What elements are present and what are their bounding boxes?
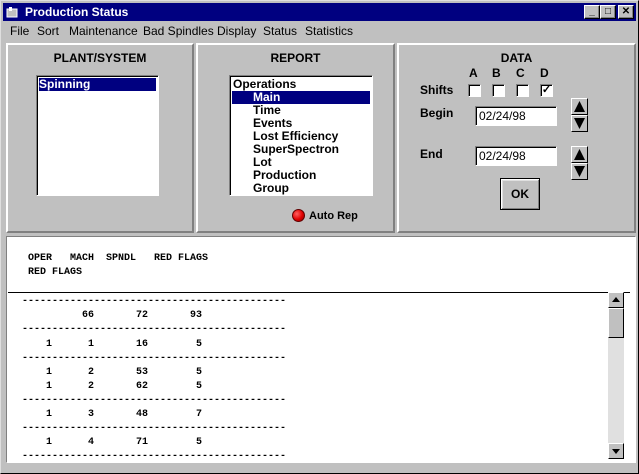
menu-bad-spindles[interactable]: Bad Spindles — [143, 24, 214, 38]
plant-system-panel: PLANT/SYSTEM Spinning — [6, 43, 194, 233]
end-label: End — [420, 147, 443, 161]
report-item-group[interactable]: Group — [253, 182, 289, 195]
data-title: DATA — [500, 51, 533, 65]
menu-status[interactable]: Status — [263, 24, 297, 38]
end-down-arrow-icon[interactable] — [571, 163, 588, 180]
report-panel: REPORT Operations Main Time Events Lost … — [196, 43, 395, 233]
list-item-spinning[interactable]: Spinning — [39, 78, 156, 91]
scroll-down-arrow-icon[interactable] — [608, 443, 624, 459]
report-line: 1 4 71 5 — [22, 437, 203, 448]
scroll-up-arrow-icon[interactable] — [608, 292, 624, 308]
column-headers: OPER MACH SPNDL RED FLAGS — [28, 253, 209, 264]
plant-system-list[interactable]: Spinning — [36, 75, 159, 196]
begin-date-input[interactable]: 02/24/98 — [475, 106, 557, 126]
report-line: ----------------------------------------… — [22, 395, 287, 406]
report-line: 66 72 93 — [22, 310, 203, 321]
report-header: OPER MACH SPNDL RED FLAGS RED FLAGS — [8, 249, 630, 293]
shift-d-label: D — [540, 66, 549, 80]
column-headers-continued: RED FLAGS — [28, 267, 83, 278]
begin-label: Begin — [420, 106, 454, 120]
report-line: ----------------------------------------… — [22, 324, 287, 335]
report-line: ----------------------------------------… — [22, 423, 287, 434]
maximize-button[interactable]: □ — [600, 5, 616, 19]
report-title: REPORT — [270, 51, 321, 65]
menu-file[interactable]: File — [10, 24, 29, 38]
menu-bar: File Sort Maintenance Bad Spindles Displ… — [3, 22, 636, 41]
begin-date-spinner — [571, 98, 588, 132]
report-line: 1 2 62 5 — [22, 381, 203, 392]
shift-d-checkbox[interactable]: ✓ — [540, 84, 553, 97]
shift-a-label: A — [469, 66, 478, 80]
auto-rep-indicator[interactable] — [292, 209, 305, 222]
auto-rep-label: Auto Rep — [309, 210, 358, 222]
menu-sort[interactable]: Sort — [37, 24, 59, 38]
shift-b-checkbox[interactable] — [492, 84, 505, 97]
menu-maintenance[interactable]: Maintenance — [69, 24, 138, 38]
minimize-button[interactable]: _ — [584, 5, 600, 19]
report-output: OPER MACH SPNDL RED FLAGS RED FLAGS ----… — [6, 236, 636, 463]
shift-a-checkbox[interactable] — [468, 84, 481, 97]
close-button[interactable]: ✕ — [618, 5, 634, 19]
scroll-thumb[interactable] — [608, 308, 624, 338]
plant-system-title: PLANT/SYSTEM — [53, 51, 147, 65]
report-line: ----------------------------------------… — [22, 353, 287, 364]
title-bar[interactable]: Production Status _ □ ✕ — [3, 3, 636, 21]
report-line: 1 1 16 5 — [22, 339, 203, 350]
report-scrollbar[interactable] — [608, 292, 624, 459]
report-line: ----------------------------------------… — [22, 296, 287, 307]
shift-c-label: C — [516, 66, 525, 80]
ok-button[interactable]: OK — [500, 178, 540, 210]
menu-display[interactable]: Display — [217, 24, 256, 38]
report-line: 1 3 48 7 — [22, 409, 203, 420]
production-status-window: Production Status _ □ ✕ File Sort Mainte… — [0, 0, 639, 474]
app-icon — [6, 7, 18, 18]
menu-statistics[interactable]: Statistics — [305, 24, 353, 38]
begin-down-arrow-icon[interactable] — [571, 115, 588, 132]
report-line: 1 2 53 5 — [22, 367, 203, 378]
shift-b-label: B — [492, 66, 501, 80]
report-body[interactable]: ----------------------------------------… — [8, 294, 612, 462]
report-list[interactable]: Operations Main Time Events Lost Efficie… — [229, 75, 373, 196]
begin-up-arrow-icon[interactable] — [571, 98, 588, 115]
end-date-input[interactable]: 02/24/98 — [475, 146, 557, 166]
end-date-spinner — [571, 146, 588, 180]
window-title: Production Status — [25, 5, 129, 19]
report-line: ----------------------------------------… — [22, 451, 287, 462]
shift-c-checkbox[interactable] — [516, 84, 529, 97]
shifts-label: Shifts — [420, 83, 454, 97]
end-up-arrow-icon[interactable] — [571, 146, 588, 163]
